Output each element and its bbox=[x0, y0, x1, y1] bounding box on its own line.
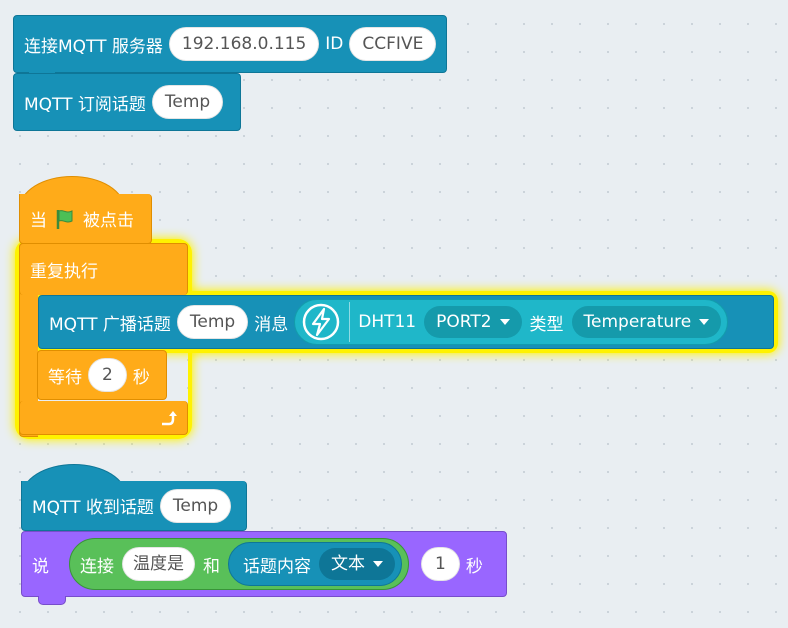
topic-content-reporter[interactable]: 话题内容 文本 bbox=[228, 542, 402, 586]
publish-label: MQTT 广播话题 bbox=[49, 314, 171, 335]
say-label: 说 bbox=[32, 556, 49, 577]
publish-topic-input[interactable]: Temp bbox=[176, 305, 249, 339]
join-label: 连接 bbox=[80, 556, 114, 577]
when-label: 当 bbox=[30, 211, 47, 231]
subscribe-topic-input[interactable]: Temp bbox=[151, 85, 224, 119]
say-unit: 秒 bbox=[465, 556, 483, 577]
message-label: 消息 bbox=[254, 314, 289, 335]
content-type-value: 文本 bbox=[331, 554, 365, 574]
wait-seconds-input[interactable]: 2 bbox=[88, 358, 127, 392]
repeat-footer bbox=[19, 401, 188, 435]
sensor-label: DHT11 bbox=[358, 312, 417, 332]
subscribe-label: MQTT 订阅话题 bbox=[24, 94, 146, 115]
client-id-input[interactable]: CCFIVE bbox=[349, 27, 437, 61]
content-type-dropdown[interactable]: 文本 bbox=[319, 548, 395, 580]
mqtt-connect-block[interactable]: 连接MQTT 服务器 192.168.0.115 ID CCFIVE bbox=[13, 15, 447, 73]
connect-label: 连接MQTT 服务器 bbox=[24, 36, 163, 57]
type-value: Temperature bbox=[583, 312, 692, 332]
server-input[interactable]: 192.168.0.115 bbox=[168, 27, 320, 61]
loop-arrow-icon bbox=[162, 410, 177, 425]
when-flag-clicked-block[interactable]: 当 被点击 bbox=[19, 194, 152, 244]
content-label: 话题内容 bbox=[243, 556, 311, 577]
chevron-down-icon bbox=[499, 319, 510, 325]
chevron-down-icon bbox=[373, 561, 383, 567]
say-seconds-input[interactable]: 1 bbox=[421, 547, 460, 581]
reporter-divider bbox=[349, 302, 351, 342]
port-dropdown[interactable]: PORT2 bbox=[424, 306, 522, 338]
repeat-header: 重复执行 bbox=[19, 243, 188, 295]
mqtt-subscribe-block[interactable]: MQTT 订阅话题 Temp bbox=[13, 73, 241, 131]
join-reporter[interactable]: 连接 温度是 和 话题内容 文本 bbox=[69, 538, 409, 590]
join-text-input[interactable]: 温度是 bbox=[122, 547, 195, 581]
chevron-down-icon bbox=[699, 319, 710, 325]
say-notch bbox=[38, 596, 66, 605]
green-flag-icon bbox=[56, 209, 73, 229]
id-label: ID bbox=[325, 34, 344, 54]
clicked-label: 被点击 bbox=[83, 211, 134, 231]
join-and-label: 和 bbox=[203, 556, 220, 577]
mqtt-receive-block[interactable]: MQTT 收到话题 Temp bbox=[21, 481, 247, 531]
dht11-reporter[interactable]: DHT11 PORT2 类型 Temperature bbox=[294, 299, 729, 345]
receive-label: MQTT 收到话题 bbox=[32, 498, 154, 518]
repeat-label: 重复执行 bbox=[30, 262, 98, 282]
mqtt-publish-block[interactable]: MQTT 广播话题 Temp 消息 DHT11 PORT2 类型 Tempera… bbox=[38, 295, 774, 349]
type-label: 类型 bbox=[529, 314, 564, 335]
say-block[interactable]: 说 连接 温度是 和 话题内容 文本 1 秒 bbox=[21, 531, 507, 597]
wait-label: 等待 bbox=[48, 367, 82, 388]
lightning-icon bbox=[302, 303, 340, 341]
wait-unit: 秒 bbox=[132, 367, 150, 388]
port-value: PORT2 bbox=[436, 312, 492, 332]
receive-topic-input[interactable]: Temp bbox=[159, 488, 232, 523]
wait-block[interactable]: 等待 2 秒 bbox=[37, 350, 167, 400]
type-dropdown[interactable]: Temperature bbox=[571, 306, 722, 338]
